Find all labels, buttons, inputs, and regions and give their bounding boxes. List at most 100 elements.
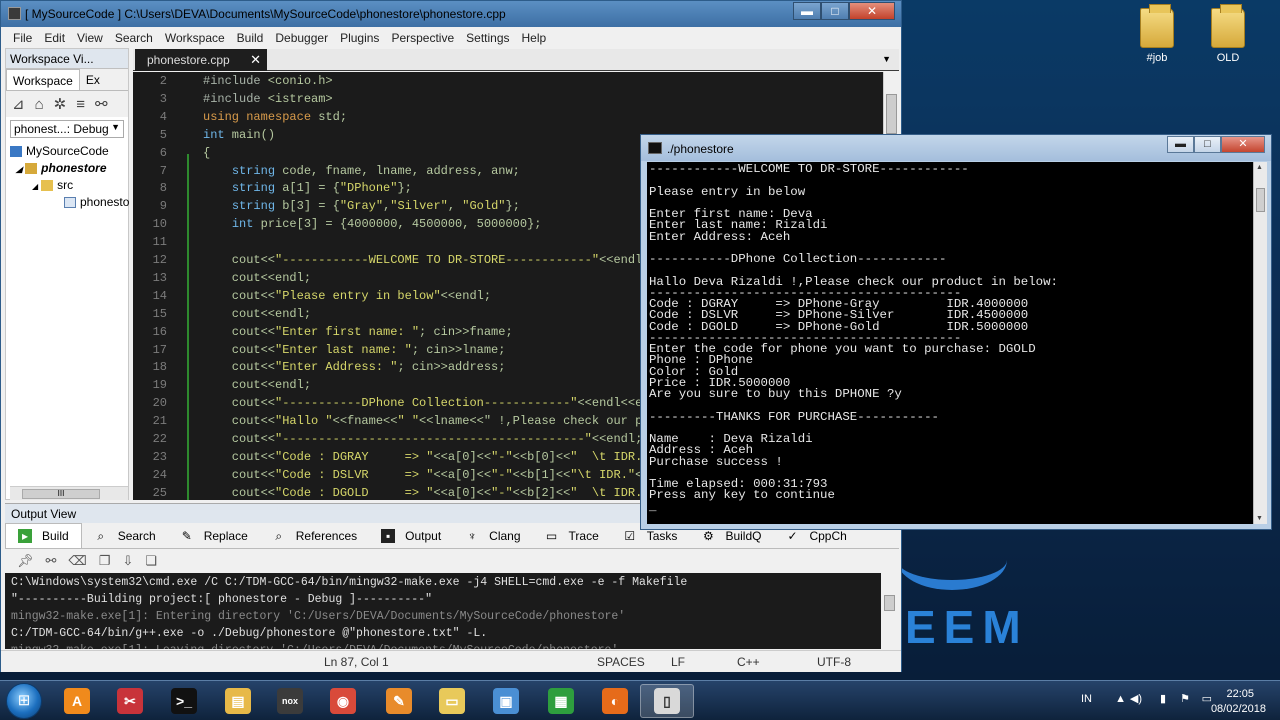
taskbar-snipping-button[interactable]: ✂: [103, 684, 157, 718]
output-toolbar: 📌︎ ⚯ ⌫ ❐ ⇩ ❏: [5, 549, 899, 573]
pin-icon[interactable]: 📌︎: [17, 553, 34, 569]
expand-icon[interactable]: ◢: [16, 165, 22, 174]
output-scrollbar[interactable]: [881, 573, 899, 649]
menu-help[interactable]: Help: [516, 27, 553, 47]
console-window: ./phonestore ▬ □ ✕ ------------WELCOME T…: [640, 134, 1272, 530]
folder-icon: [25, 163, 38, 175]
code-line[interactable]: 2 #include <conio.h>: [133, 74, 883, 92]
gear-icon[interactable]: ✲: [54, 95, 67, 113]
log-line: C:/TDM-GCC-64/bin/g++.exe -o ./Debug/pho…: [11, 627, 488, 640]
code-line[interactable]: 3 #include <istream>: [133, 92, 883, 110]
save-icon[interactable]: ⇩: [122, 553, 133, 569]
tree-item-src[interactable]: ◢ src: [6, 177, 128, 194]
collapse-icon[interactable]: ≡: [76, 96, 85, 113]
console-title: ./phonestore: [667, 142, 734, 156]
maximize-button[interactable]: □: [821, 2, 849, 20]
taskbar-explorer-button[interactable]: ▤: [211, 684, 265, 718]
console-output[interactable]: ------------WELCOME TO DR-STORE---------…: [647, 162, 1253, 524]
log-line: mingw32-make.exe[1]: Leaving directory '…: [11, 644, 875, 649]
menu-edit[interactable]: Edit: [38, 27, 71, 47]
menu-search[interactable]: Search: [109, 27, 159, 47]
trace-icon: ▭: [545, 528, 558, 543]
build-log[interactable]: C:\Windows\system32\cmd.exe /C C:/TDM-GC…: [5, 573, 881, 649]
ide-titlebar[interactable]: [ MySourceCode ] C:\Users\DEVA\Documents…: [1, 1, 901, 27]
tab-build[interactable]: ▸ Build: [5, 523, 82, 548]
taskbar-nox-button[interactable]: nox: [263, 684, 317, 718]
link-icon[interactable]: ⚯: [95, 95, 108, 113]
taskbar-office-button[interactable]: ▦: [534, 684, 588, 718]
chevron-down-icon[interactable]: ▼: [882, 54, 891, 64]
tab-replace[interactable]: ✎ Replace: [168, 523, 260, 548]
config-select[interactable]: phonest...: Debug: [10, 120, 124, 138]
language[interactable]: C++: [737, 655, 760, 669]
flag-icon[interactable]: ⚑: [1180, 692, 1190, 705]
menu-settings[interactable]: Settings: [460, 27, 515, 47]
menu-build[interactable]: Build: [231, 27, 270, 47]
taskbar-chrome-button[interactable]: ◉: [316, 684, 370, 718]
tab-phonestore-cpp[interactable]: phonestore.cpp ✕: [135, 49, 267, 71]
taskbar-cmd-button[interactable]: >_: [157, 684, 211, 718]
menu-workspace[interactable]: Workspace: [159, 27, 231, 47]
console-icon: [648, 142, 662, 154]
chevron-up-icon[interactable]: ▲: [1115, 693, 1126, 705]
maximize-button[interactable]: □: [1194, 136, 1221, 153]
taskbar-firefox-button[interactable]: ◐: [588, 684, 642, 718]
menu-plugins[interactable]: Plugins: [334, 27, 385, 47]
tab-search[interactable]: ⌕ Search: [82, 523, 168, 548]
desktop-icon-old[interactable]: OLD: [1193, 4, 1263, 64]
console-titlebar[interactable]: ./phonestore ▬ □ ✕: [641, 135, 1271, 161]
link-icon[interactable]: ⚯: [46, 553, 57, 569]
code-line[interactable]: 4 using namespace std;: [133, 110, 883, 128]
speaker-icon[interactable]: ◀): [1130, 692, 1142, 705]
folder-icon: [1211, 4, 1245, 48]
app-icon: [8, 7, 21, 20]
network-icon[interactable]: ▮: [1160, 692, 1166, 705]
menu-debugger[interactable]: Debugger: [269, 27, 334, 47]
close-button[interactable]: ✕: [1221, 136, 1265, 153]
tab-clang[interactable]: ♆ Clang: [453, 523, 532, 548]
ide-title: [ MySourceCode ] C:\Users\DEVA\Documents…: [25, 7, 506, 21]
send-icon[interactable]: ⊿: [12, 95, 25, 113]
tab-output[interactable]: ▪ Output: [369, 523, 453, 548]
close-button[interactable]: ✕: [849, 2, 895, 20]
line-ending[interactable]: LF: [671, 655, 685, 669]
home-icon[interactable]: ⌂: [35, 96, 44, 113]
input-language[interactable]: IN: [1081, 693, 1092, 705]
tree-item-project[interactable]: ◢ phonestore: [6, 160, 128, 177]
workspace-pane-title: Workspace Vi...: [6, 49, 128, 69]
console-scrollbar[interactable]: ▲ ▼: [1253, 162, 1267, 524]
snipping-icon: ✂: [117, 688, 143, 714]
taskbar-paint-button[interactable]: ✎: [372, 684, 426, 718]
menu-view[interactable]: View: [71, 27, 109, 47]
log-line: mingw32-make.exe[1]: Entering directory …: [11, 610, 626, 623]
start-button[interactable]: ⊞: [6, 683, 42, 719]
chrome-icon: ◉: [330, 688, 356, 714]
firefox-icon: ◐: [602, 688, 628, 714]
horizontal-scrollbar[interactable]: III: [10, 486, 128, 500]
indent-mode[interactable]: SPACES: [597, 655, 645, 669]
tab-workspace[interactable]: Workspace: [6, 69, 80, 90]
clock-time[interactable]: 22:05: [1226, 688, 1254, 700]
tree-item-workspace[interactable]: MySourceCode: [6, 143, 128, 160]
paste-icon[interactable]: ❏: [145, 553, 157, 569]
tab-explorer[interactable]: Ex: [80, 69, 106, 90]
menu-perspective[interactable]: Perspective: [385, 27, 460, 47]
expand-icon[interactable]: ◢: [32, 182, 38, 191]
clock-date[interactable]: 08/02/2018: [1211, 703, 1266, 715]
minimize-button[interactable]: ▬: [1167, 136, 1194, 153]
tab-references[interactable]: ⌕ References: [260, 523, 369, 548]
minimize-button[interactable]: ▬: [793, 2, 821, 20]
taskbar-folder-button[interactable]: ▭: [425, 684, 479, 718]
clear-icon[interactable]: ⌫: [68, 553, 86, 569]
menu-file[interactable]: File: [7, 27, 38, 47]
taskbar-screen-button[interactable]: ▣: [479, 684, 533, 718]
taskbar-codelite-button[interactable]: ▯: [640, 684, 694, 718]
tree-item-file[interactable]: phonesto: [6, 194, 129, 211]
copy-icon[interactable]: ❐: [99, 553, 111, 569]
tab-trace[interactable]: ▭ Trace: [533, 523, 611, 548]
desktop-icon-job[interactable]: #job: [1122, 4, 1192, 64]
taskbar-avast-button[interactable]: A: [50, 684, 104, 718]
folder-icon: [41, 180, 54, 192]
close-tab-icon[interactable]: ✕: [250, 52, 261, 68]
encoding[interactable]: UTF-8: [817, 655, 851, 669]
